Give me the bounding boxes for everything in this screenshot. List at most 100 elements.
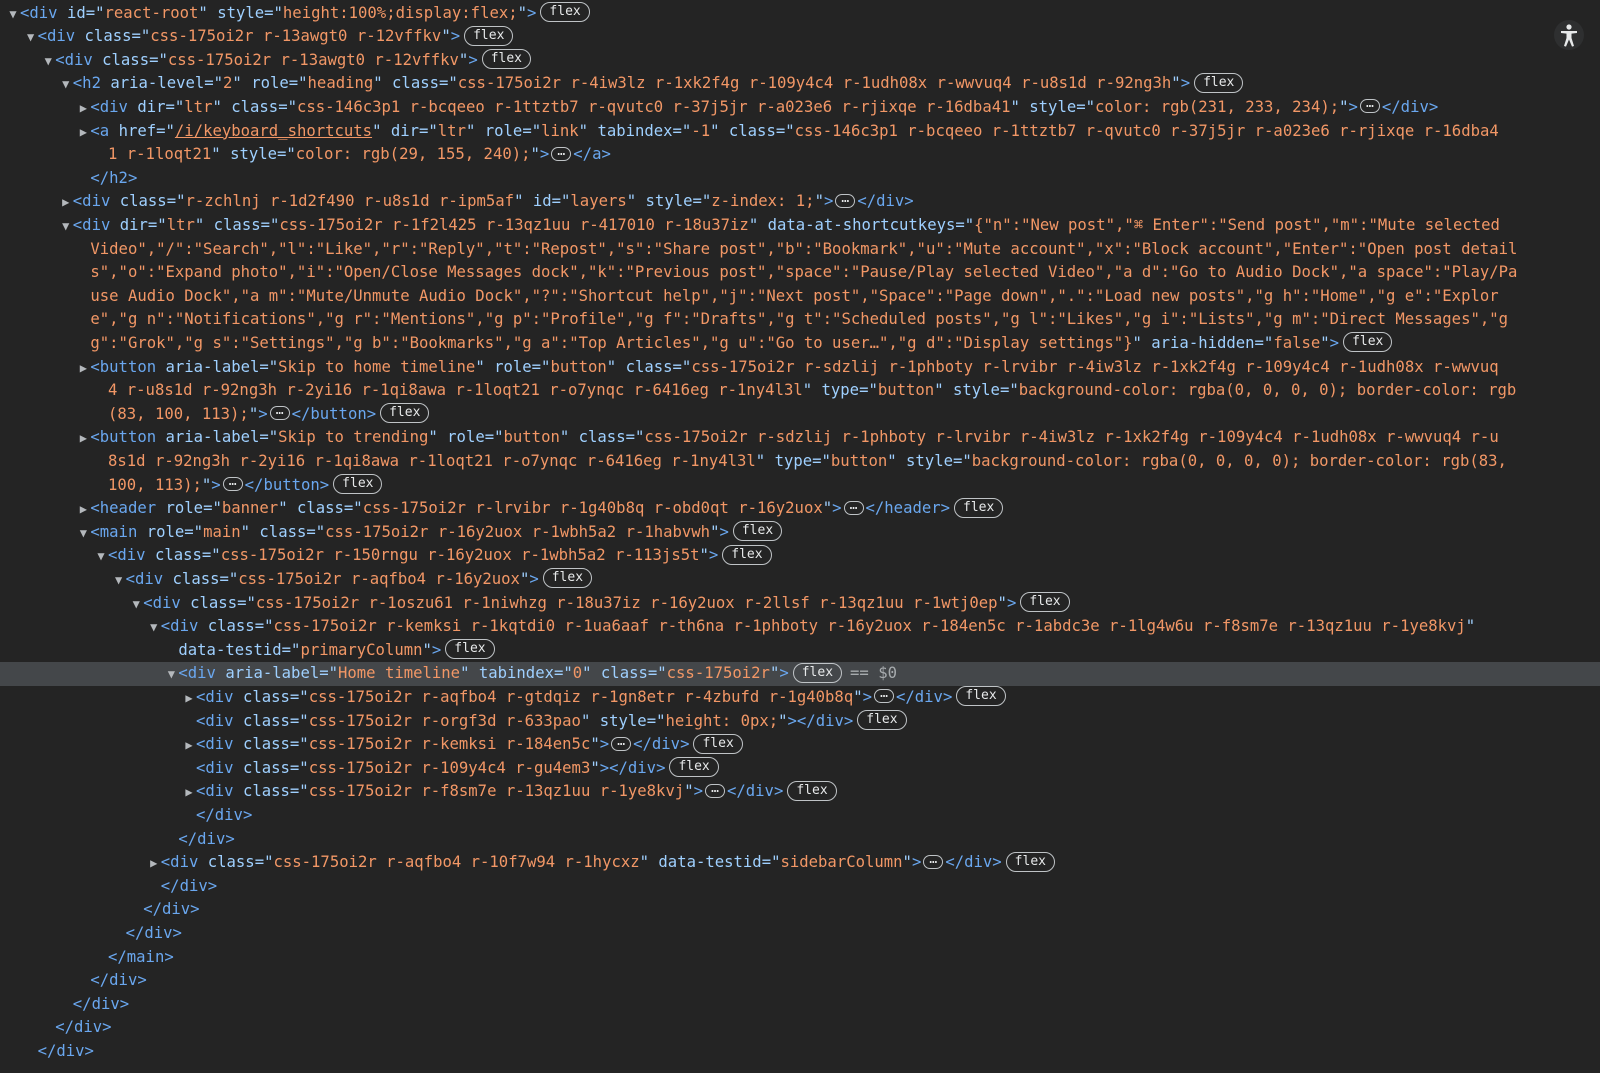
- tree-row[interactable]: 1 r-1loqt21" style="color: rgb(29, 155, …: [0, 143, 1600, 167]
- tree-row[interactable]: ▼ <div class="css-175oi2r r-kemksi r-1kqt…: [0, 615, 1600, 639]
- tree-row[interactable]: e","g n":"Notifications","g r":"Mentions…: [0, 308, 1600, 332]
- tree-row[interactable]: Video","/":"Search","l":"Like","r":"Repl…: [0, 238, 1600, 262]
- tree-row[interactable]: ▼ <main role="main" class="css-175oi2r r-…: [0, 521, 1600, 545]
- tree-row[interactable]: <div class="css-175oi2r r-orgf3d r-633pa…: [0, 710, 1600, 734]
- triangle-down-icon[interactable]: ▼: [94, 545, 108, 568]
- flex-badge[interactable]: flex: [481, 49, 532, 70]
- triangle-down-icon[interactable]: ▼: [41, 50, 55, 73]
- triangle-down-icon[interactable]: ▼: [164, 663, 178, 686]
- triangle-right-icon[interactable]: ▶: [76, 427, 90, 450]
- tree-row[interactable]: 4 r-u8s1d r-92ng3h r-2yi16 r-1qi8awa r-1…: [0, 379, 1600, 403]
- punctuation: =": [278, 97, 297, 116]
- flex-badge[interactable]: flex: [722, 544, 772, 565]
- attr-link[interactable]: /i/keyboard_shortcuts: [175, 122, 372, 140]
- flex-badge[interactable]: flex: [1020, 592, 1070, 612]
- triangle-right-icon[interactable]: ▶: [76, 121, 90, 144]
- tree-row[interactable]: </div>: [0, 804, 1600, 828]
- tree-row[interactable]: g":"Grok","g s":"Settings","g b":"Bookma…: [0, 332, 1600, 356]
- flex-badge[interactable]: flex: [333, 474, 383, 494]
- flex-badge[interactable]: flex: [1005, 851, 1055, 872]
- triangle-right-icon[interactable]: ▶: [76, 97, 90, 120]
- tree-row[interactable]: ▼ <h2 aria-level="2" role="heading" class…: [0, 72, 1600, 96]
- ellipsis-expand-icon[interactable]: …: [1359, 97, 1380, 114]
- tree-row[interactable]: ▼ <div id="react-root" style="height:100%…: [0, 2, 1600, 26]
- tree-row[interactable]: </div>: [0, 1016, 1600, 1040]
- flex-badge[interactable]: flex: [542, 568, 593, 589]
- triangle-down-icon[interactable]: ▼: [24, 26, 38, 49]
- triangle-right-icon[interactable]: ▶: [182, 734, 196, 757]
- tree-row[interactable]: ▶ <div class="css-175oi2r r-aqfbo4 r-10f7…: [0, 851, 1600, 875]
- triangle-down-icon[interactable]: ▼: [59, 73, 73, 96]
- tree-row[interactable]: ▶ <div dir="ltr" class="css-146c3p1 r-bcq…: [0, 96, 1600, 120]
- triangle-right-icon[interactable]: ▶: [182, 687, 196, 710]
- tree-row[interactable]: </div>: [0, 828, 1600, 852]
- flex-badge[interactable]: flex: [1194, 72, 1244, 93]
- flex-badge[interactable]: flex: [857, 710, 907, 730]
- accessibility-button[interactable]: [1554, 20, 1584, 50]
- flex-badge[interactable]: flex: [787, 780, 837, 801]
- tree-row[interactable]: </main>: [0, 946, 1600, 970]
- tree-row[interactable]: ▶ <div class="css-175oi2r r-aqfbo4 r-gtdq…: [0, 686, 1600, 710]
- flex-badge[interactable]: flex: [792, 662, 843, 683]
- triangle-down-icon[interactable]: ▼: [6, 3, 20, 26]
- triangle-down-icon[interactable]: ▼: [147, 616, 161, 639]
- tree-row[interactable]: ▶ <button aria-label="Skip to trending" r…: [0, 426, 1600, 450]
- tree-row[interactable]: ▼ <div class="css-175oi2r r-13awgt0 r-12v…: [0, 25, 1600, 49]
- flex-badge[interactable]: flex: [1343, 332, 1393, 353]
- tree-row[interactable]: </div>: [0, 1040, 1600, 1064]
- flex-badge[interactable]: flex: [669, 757, 719, 778]
- triangle-down-icon[interactable]: ▼: [76, 522, 90, 545]
- ellipsis-expand-icon[interactable]: …: [874, 687, 894, 704]
- tree-row[interactable]: data-testid="primaryColumn"> flex: [0, 639, 1600, 663]
- tree-row[interactable]: ▶ <div class="r-zchlnj r-1d2f490 r-u8s1d …: [0, 190, 1600, 214]
- tree-row[interactable]: ▼ <div class="css-175oi2r r-aqfbo4 r-16y2…: [0, 568, 1600, 592]
- ellipsis-expand-icon[interactable]: …: [611, 735, 632, 751]
- tree-row[interactable]: 8s1d r-92ng3h r-2yi16 r-1qi8awa r-1loqt2…: [0, 450, 1600, 474]
- ellipsis-expand-icon[interactable]: …: [835, 192, 856, 208]
- flex-badge[interactable]: flex: [380, 403, 430, 424]
- tree-row[interactable]: ▼ <div class="css-175oi2r r-13awgt0 r-12v…: [0, 49, 1600, 73]
- flex-badge[interactable]: flex: [464, 25, 514, 46]
- ellipsis-expand-icon[interactable]: …: [269, 404, 290, 421]
- tree-row[interactable]: s","o":"Expand photo","i":"Open/Close Me…: [0, 261, 1600, 285]
- triangle-right-icon[interactable]: ▶: [76, 498, 90, 521]
- tree-row[interactable]: </div>: [0, 898, 1600, 922]
- flex-badge[interactable]: flex: [956, 686, 1006, 707]
- tree-row[interactable]: </div>: [0, 969, 1600, 993]
- ellipsis-expand-icon[interactable]: …: [551, 145, 572, 161]
- tree-row[interactable]: ▶ <a href="/i/keyboard_shortcuts" dir="lt…: [0, 120, 1600, 144]
- flex-badge[interactable]: flex: [693, 733, 743, 754]
- triangle-right-icon[interactable]: ▶: [76, 357, 90, 380]
- tree-row[interactable]: 100, 113);">… </button> flex: [0, 474, 1600, 498]
- selected-tree-row[interactable]: ▼ <div aria-label="Home timeline" tabinde…: [0, 662, 1600, 686]
- ellipsis-expand-icon[interactable]: …: [843, 499, 864, 515]
- tree-row[interactable]: <div class="css-175oi2r r-109y4c4 r-gu4e…: [0, 757, 1600, 781]
- triangle-right-icon[interactable]: ▶: [59, 191, 73, 214]
- flex-badge[interactable]: flex: [954, 497, 1004, 518]
- tree-row[interactable]: ▼ <div class="css-175oi2r r-150rngu r-16y…: [0, 544, 1600, 568]
- tree-row[interactable]: ▶ <header role="banner" class="css-175oi2…: [0, 497, 1600, 521]
- flex-badge[interactable]: flex: [445, 639, 495, 660]
- flex-badge[interactable]: flex: [540, 2, 590, 22]
- tree-row[interactable]: use Audio Dock","a m":"Mute/Unmute Audio…: [0, 285, 1600, 309]
- tree-row[interactable]: ▼ <div dir="ltr" class="css-175oi2r r-1f2…: [0, 214, 1600, 238]
- tree-row[interactable]: </h2>: [0, 167, 1600, 191]
- flex-badge[interactable]: flex: [732, 521, 783, 542]
- tag-token: <div: [20, 3, 58, 22]
- ellipsis-expand-icon[interactable]: …: [705, 782, 725, 798]
- triangle-down-icon[interactable]: ▼: [112, 569, 126, 592]
- tree-row[interactable]: </div>: [0, 922, 1600, 946]
- tree-row[interactable]: ▼ <div class="css-175oi2r r-1oszu61 r-1ni…: [0, 592, 1600, 616]
- tree-row[interactable]: ▶ <button aria-label="Skip to home timeli…: [0, 356, 1600, 380]
- ellipsis-expand-icon[interactable]: …: [923, 853, 944, 869]
- ellipsis-expand-icon[interactable]: …: [222, 475, 243, 491]
- triangle-down-icon[interactable]: ▼: [129, 593, 143, 616]
- triangle-right-icon[interactable]: ▶: [147, 852, 161, 875]
- tree-row[interactable]: ▶ <div class="css-175oi2r r-kemksi r-184e…: [0, 733, 1600, 757]
- tree-row[interactable]: ▶ <div class="css-175oi2r r-f8sm7e r-13qz…: [0, 780, 1600, 804]
- tree-row[interactable]: (83, 100, 113);">… </button> flex: [0, 403, 1600, 427]
- triangle-right-icon[interactable]: ▶: [182, 781, 196, 804]
- tree-row[interactable]: </div>: [0, 875, 1600, 899]
- triangle-down-icon[interactable]: ▼: [59, 215, 73, 238]
- tree-row[interactable]: </div>: [0, 993, 1600, 1017]
